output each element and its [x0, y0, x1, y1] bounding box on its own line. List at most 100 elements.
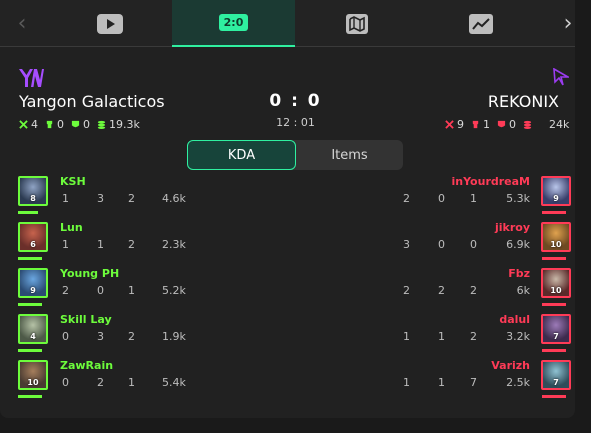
hero-avatar[interactable]: 7 [541, 360, 571, 390]
hero-avatar[interactable]: 8 [18, 176, 48, 206]
net-worth-value: 1.9k [162, 330, 186, 343]
player-name[interactable]: Lun [60, 221, 83, 234]
hp-bar [542, 303, 566, 306]
toggle-items[interactable]: Items [296, 140, 403, 170]
play-icon [97, 13, 123, 34]
net-worth-value: 2.5k [506, 376, 530, 389]
hero-avatar[interactable]: 7 [541, 314, 571, 344]
player-row[interactable]: 10 ZawRain 0 2 1 5.4k 7 Varizh 1 1 7 2.5k [0, 359, 575, 406]
net-worth-value: 3.2k [506, 330, 530, 343]
kills-value: 2 [62, 284, 69, 297]
deaths-value: 0 [438, 192, 445, 205]
tab-map[interactable] [295, 0, 419, 47]
player-name[interactable]: Varizh [491, 359, 530, 372]
player-name[interactable]: dalul [499, 313, 530, 326]
hero-avatar[interactable]: 10 [541, 222, 571, 252]
tower-icon [472, 120, 479, 129]
hero-level: 10 [550, 240, 562, 249]
deaths-value: 0 [438, 238, 445, 251]
player-name[interactable]: Fbz [508, 267, 530, 280]
match-score: 0 : 0 [269, 91, 322, 111]
team-stats-left: 4 0 0 19.3k [19, 118, 147, 131]
hp-bar [18, 395, 42, 398]
tower-icon [46, 120, 53, 129]
net-worth-value: 2.3k [162, 238, 186, 251]
towers-value: 1 [483, 118, 490, 131]
barracks-value: 0 [509, 118, 516, 131]
chevron-left-icon[interactable]: ‹ [2, 0, 42, 46]
barracks-icon [497, 120, 506, 128]
player-name[interactable]: Skill Lay [60, 313, 112, 326]
hero-level: 4 [30, 332, 36, 341]
hero-level: 6 [30, 240, 36, 249]
player-name[interactable]: inYourdreaM [452, 175, 531, 188]
net-worth-value: 5.3k [506, 192, 530, 205]
tab-scoreboard[interactable]: 2:0 [172, 0, 295, 47]
player-name[interactable]: Young PH [60, 267, 119, 280]
hero-avatar[interactable]: 6 [18, 222, 48, 252]
map-icon [346, 13, 368, 34]
player-row[interactable]: 8 KSH 1 3 2 4.6k 9 inYourdreaM 2 0 1 5.3k [0, 175, 575, 222]
kills-value: 9 [457, 118, 464, 131]
kills-icon [445, 120, 454, 129]
tab-graph[interactable] [419, 0, 543, 47]
gold-value: 19.3k [109, 118, 140, 131]
chart-icon [469, 13, 493, 34]
kills-value: 2 [403, 284, 410, 297]
hp-bar [18, 211, 38, 214]
player-row[interactable]: 6 Lun 1 1 2 2.3k 10 jikroy 3 0 0 6.9k [0, 221, 575, 268]
toggle-kda[interactable]: KDA [187, 140, 296, 170]
player-name[interactable]: jikroy [495, 221, 530, 234]
chevron-right-icon[interactable]: › [548, 0, 575, 46]
team-stats-right: 9 1 0 24k [445, 118, 569, 131]
gold-value: 24k [549, 118, 570, 131]
hero-level: 10 [550, 286, 562, 295]
assists-value: 2 [470, 284, 477, 297]
net-worth-value: 5.2k [162, 284, 186, 297]
deaths-value: 3 [97, 192, 104, 205]
kills-value: 0 [62, 376, 69, 389]
kills-value: 0 [62, 330, 69, 343]
hp-bar [18, 303, 42, 306]
player-name[interactable]: ZawRain [60, 359, 113, 372]
gold-icon [523, 120, 532, 129]
player-row[interactable]: 4 Skill Lay 0 3 2 1.9k 7 dalul 1 1 2 3.2k [0, 313, 575, 360]
hero-level: 10 [27, 378, 39, 387]
hp-bar [18, 349, 42, 352]
view-toggle: KDA Items [187, 140, 403, 170]
top-nav: ‹ 2:0 › [0, 0, 575, 47]
assists-value: 1 [128, 376, 135, 389]
hero-level: 7 [553, 332, 559, 341]
match-widget: ‹ 2:0 › Yangon Galacticos REKONIX 0: 0 … [0, 0, 575, 418]
towers-value: 0 [57, 118, 64, 131]
assists-value: 2 [128, 238, 135, 251]
player-name[interactable]: KSH [60, 175, 86, 188]
net-worth-value: 6.9k [506, 238, 530, 251]
deaths-value: 3 [97, 330, 104, 343]
hp-bar [18, 257, 42, 260]
assists-value: 2 [470, 330, 477, 343]
hero-level: 7 [553, 378, 559, 387]
hero-avatar[interactable]: 4 [18, 314, 48, 344]
kills-value: 2 [403, 192, 410, 205]
hero-avatar[interactable]: 9 [18, 268, 48, 298]
assists-value: 7 [470, 376, 477, 389]
net-worth-value: 4.6k [162, 192, 186, 205]
tab-video[interactable] [48, 0, 172, 47]
hero-level: 9 [553, 194, 559, 203]
hero-avatar[interactable]: 9 [541, 176, 571, 206]
gold-icon [97, 120, 106, 129]
assists-value: 2 [128, 192, 135, 205]
series-score-badge: 2:0 [218, 14, 249, 31]
hero-avatar[interactable]: 10 [541, 268, 571, 298]
kills-value: 1 [403, 330, 410, 343]
kills-value: 1 [62, 192, 69, 205]
hero-avatar[interactable]: 10 [18, 360, 48, 390]
deaths-value: 0 [97, 284, 104, 297]
kills-value: 3 [403, 238, 410, 251]
player-row[interactable]: 9 Young PH 2 0 1 5.2k 10 Fbz 2 2 2 6k [0, 267, 575, 314]
kills-value: 4 [31, 118, 38, 131]
deaths-value: 1 [438, 330, 445, 343]
deaths-value: 2 [438, 284, 445, 297]
hp-bar [542, 395, 566, 398]
